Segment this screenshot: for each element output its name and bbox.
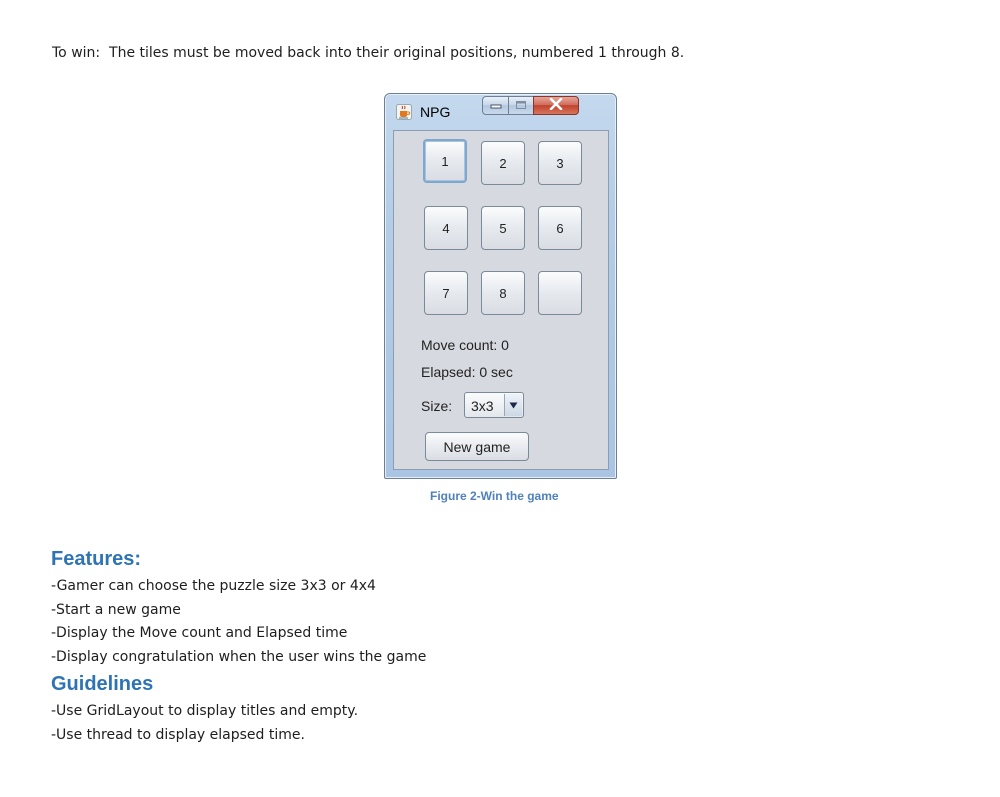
features-item: -Display congratulation when the user wi… xyxy=(51,649,427,665)
close-button[interactable] xyxy=(533,96,579,115)
close-icon xyxy=(549,97,563,115)
tile-1[interactable]: 1 xyxy=(423,139,467,183)
tile-empty[interactable] xyxy=(538,271,582,315)
guidelines-item: -Use GridLayout to display titles and em… xyxy=(51,703,359,719)
features-heading: Features: xyxy=(51,548,142,570)
features-item: -Display the Move count and Elapsed time xyxy=(51,625,348,641)
features-item: -Start a new game xyxy=(51,602,181,618)
minimize-button[interactable] xyxy=(482,96,509,115)
tile-4[interactable]: 4 xyxy=(424,206,468,250)
size-label: Size: xyxy=(421,398,453,414)
figure-caption: Figure 2-Win the game xyxy=(430,489,559,503)
guidelines-item: -Use thread to display elapsed time. xyxy=(51,727,305,743)
dropdown-arrow-icon[interactable] xyxy=(504,394,522,416)
minimize-icon xyxy=(490,97,502,115)
game-panel: 1 2 3 4 5 6 7 8 Move count: 0 Elapsed: 0… xyxy=(393,130,609,470)
features-item: -Gamer can choose the puzzle size 3x3 or… xyxy=(51,578,376,594)
maximize-button[interactable] xyxy=(508,96,534,115)
tile-7[interactable]: 7 xyxy=(424,271,468,315)
new-game-button[interactable]: New game xyxy=(425,432,529,461)
tile-5[interactable]: 5 xyxy=(481,206,525,250)
size-select-value: 3x3 xyxy=(471,398,494,414)
elapsed-label: Elapsed: 0 sec xyxy=(421,364,513,380)
tile-2[interactable]: 2 xyxy=(481,141,525,185)
size-select[interactable]: 3x3 xyxy=(464,392,524,418)
title-bar[interactable]: NPG xyxy=(385,94,616,127)
tile-8[interactable]: 8 xyxy=(481,271,525,315)
tile-6[interactable]: 6 xyxy=(538,206,582,250)
tile-3[interactable]: 3 xyxy=(538,141,582,185)
java-cup-icon xyxy=(396,104,412,120)
move-count-label: Move count: 0 xyxy=(421,337,509,353)
guidelines-heading: Guidelines xyxy=(51,673,154,695)
npg-window: NPG 1 2 3 4 5 6 7 8 Move count: 0 Elapse… xyxy=(384,93,617,479)
maximize-icon xyxy=(515,97,527,115)
window-title: NPG xyxy=(420,104,451,120)
intro-text: To win: The tiles must be moved back int… xyxy=(52,45,685,61)
